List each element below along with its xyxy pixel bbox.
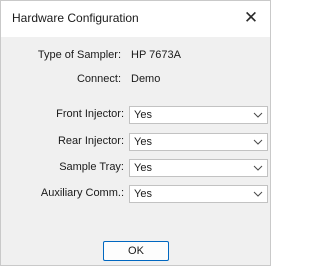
front-injector-label: Front Injector: (56, 108, 124, 120)
auxiliary-comm-label: Auxiliary Comm.: (40, 187, 124, 199)
front-injector-value: Yes (134, 109, 152, 121)
connect-value: Demo (131, 73, 161, 85)
connect-label: Connect: (76, 73, 121, 85)
auxiliary-comm-select[interactable]: Yes (129, 185, 268, 203)
sample-tray-value: Yes (134, 162, 152, 174)
chevron-down-icon (253, 112, 263, 118)
auxiliary-comm-value: Yes (134, 188, 152, 200)
window-title: Hardware Configuration (12, 11, 139, 25)
ok-button[interactable]: OK (103, 241, 169, 261)
rear-injector-value: Yes (134, 136, 152, 148)
title-bar: Hardware Configuration ✕ (1, 1, 270, 37)
rear-injector-label: Rear Injector: (57, 135, 124, 147)
sample-tray-label: Sample Tray: (59, 161, 124, 173)
front-injector-select[interactable]: Yes (129, 106, 268, 124)
chevron-down-icon (253, 165, 263, 171)
chevron-down-icon (253, 191, 263, 197)
rear-injector-select[interactable]: Yes (129, 133, 268, 151)
close-icon: ✕ (243, 8, 259, 27)
sampler-type-label: Type of Sampler: (37, 49, 121, 61)
sampler-type-value: HP 7673A (131, 49, 181, 61)
chevron-down-icon (253, 139, 263, 145)
close-button[interactable]: ✕ (238, 7, 264, 29)
hardware-configuration-dialog: Hardware Configuration ✕ Type of Sampler… (0, 0, 271, 266)
sample-tray-select[interactable]: Yes (129, 159, 268, 177)
